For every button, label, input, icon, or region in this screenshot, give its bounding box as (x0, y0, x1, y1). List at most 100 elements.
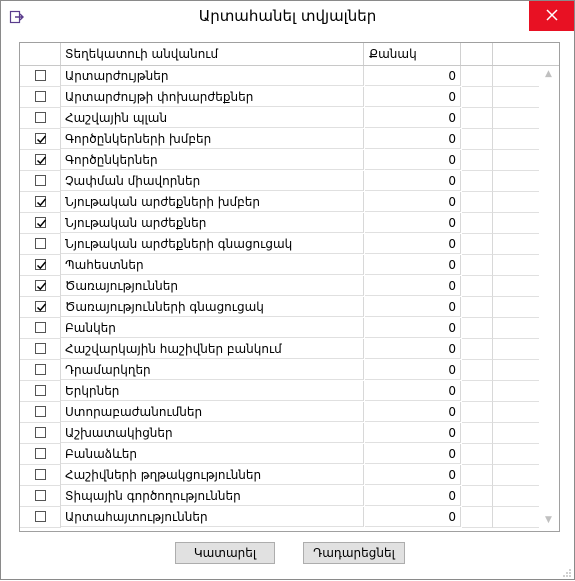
row-checkbox[interactable] (35, 343, 46, 354)
row-checkbox[interactable] (35, 385, 46, 396)
header-extra-2 (493, 43, 539, 65)
row-checkbox[interactable] (35, 301, 47, 312)
row-extra-2 (493, 297, 539, 318)
row-checkbox[interactable] (35, 427, 46, 438)
table-row[interactable]: Արտահայտություններ 0 (20, 507, 559, 528)
row-checkbox-cell (20, 465, 61, 486)
row-name: Աշխատակիցներ (61, 423, 364, 443)
row-checkbox-cell (20, 192, 61, 213)
row-checkbox[interactable] (35, 112, 46, 123)
row-extra-1 (462, 108, 493, 129)
table-row[interactable]: Չափման միավորներ 0 (20, 171, 559, 192)
row-extra-2 (493, 318, 539, 339)
row-checkbox[interactable] (35, 238, 46, 249)
row-extra-2 (493, 381, 539, 402)
table-row[interactable]: Բանկեր 0 (20, 318, 559, 339)
table-row[interactable]: Գործընկերների խմբեր 0 (20, 129, 559, 150)
cancel-button[interactable]: Դադարեցնել (303, 542, 405, 564)
row-quantity: 0 (365, 486, 461, 506)
row-extra-1 (462, 171, 493, 192)
row-name: Հաշվարկային հաշիվներ բանկում (61, 339, 364, 359)
row-checkbox[interactable] (35, 133, 47, 144)
table-row[interactable]: Ստորաբաժանումներ 0 (20, 402, 559, 423)
row-quantity: 0 (365, 318, 461, 338)
row-name: Դրամարկղեր (61, 360, 364, 380)
row-checkbox[interactable] (35, 196, 47, 207)
table-row[interactable]: Արտարժույթներ 0 (20, 66, 559, 87)
table-row[interactable]: Բանաձևեր 0 (20, 444, 559, 465)
row-extra-1 (462, 486, 493, 507)
table-row[interactable]: Երկրներ 0 (20, 381, 559, 402)
header-quantity[interactable]: Քանակ (365, 43, 461, 65)
row-quantity: 0 (365, 402, 461, 422)
checkmark-icon (36, 219, 47, 228)
row-checkbox[interactable] (35, 259, 47, 270)
row-quantity: 0 (365, 171, 461, 191)
table-row[interactable]: Նյութական արժեքներ 0 (20, 213, 559, 234)
scroll-down-arrow-icon[interactable]: ▼ (540, 512, 557, 529)
row-extra-2 (493, 171, 539, 192)
close-button[interactable] (529, 1, 574, 31)
table-row[interactable]: Դրամարկղեր 0 (20, 360, 559, 381)
row-extra-2 (493, 213, 539, 234)
row-name: Երկրներ (61, 381, 364, 401)
row-quantity: 0 (365, 192, 461, 212)
execute-button[interactable]: Կատարել (175, 542, 275, 564)
scroll-up-arrow-icon[interactable]: ▲ (540, 66, 557, 83)
row-checkbox[interactable] (35, 217, 47, 228)
row-checkbox-cell (20, 318, 61, 339)
header-extra-1 (462, 43, 493, 65)
row-quantity: 0 (365, 150, 461, 170)
table-row[interactable]: Ծառայությունների գնացուցակ 0 (20, 297, 559, 318)
table-row[interactable]: Գործընկերներ 0 (20, 150, 559, 171)
header-checkbox-column (20, 43, 61, 65)
row-quantity: 0 (365, 360, 461, 380)
row-quantity: 0 (365, 507, 461, 527)
table-row[interactable]: Պահեստներ 0 (20, 255, 559, 276)
table-row[interactable]: Հաշվարկային հաշիվներ բանկում 0 (20, 339, 559, 360)
row-checkbox[interactable] (35, 175, 46, 186)
table-row[interactable]: Նյութական արժեքների խմբեր 0 (20, 192, 559, 213)
row-checkbox[interactable] (35, 154, 47, 165)
row-extra-1 (462, 192, 493, 213)
row-checkbox-cell (20, 129, 61, 150)
row-extra-1 (462, 255, 493, 276)
row-checkbox[interactable] (35, 91, 46, 102)
table-row[interactable]: Տիպային գործողություններ 0 (20, 486, 559, 507)
row-quantity: 0 (365, 339, 461, 359)
row-checkbox[interactable] (35, 280, 47, 291)
row-checkbox[interactable] (35, 406, 46, 417)
table-row[interactable]: Հաշվային պլան 0 (20, 108, 559, 129)
table-row[interactable]: Նյութական արժեքների գնացուցակ 0 (20, 234, 559, 255)
row-checkbox[interactable] (35, 511, 46, 522)
row-extra-1 (462, 66, 493, 87)
row-extra-1 (462, 507, 493, 528)
row-name: Ստորաբաժանումներ (61, 402, 364, 422)
table-row[interactable]: Աշխատակիցներ 0 (20, 423, 559, 444)
row-name: Արտարժույթներ (61, 66, 364, 86)
row-extra-2 (493, 465, 539, 486)
row-extra-2 (493, 192, 539, 213)
title-bar[interactable]: Արտահանել տվյալներ (1, 1, 574, 33)
row-checkbox[interactable] (35, 448, 46, 459)
row-extra-1 (462, 129, 493, 150)
row-extra-1 (462, 150, 493, 171)
row-extra-2 (493, 360, 539, 381)
table-row[interactable]: Ծառայություններ 0 (20, 276, 559, 297)
table-row[interactable]: Արտարժույթի փոխարժեքներ 0 (20, 87, 559, 108)
row-extra-2 (493, 486, 539, 507)
row-name: Նյութական արժեքների գնացուցակ (61, 234, 364, 254)
vertical-scrollbar[interactable]: ▲ ▼ (540, 66, 557, 529)
row-checkbox[interactable] (35, 364, 46, 375)
row-checkbox[interactable] (35, 322, 46, 333)
row-checkbox[interactable] (35, 469, 46, 480)
table-row[interactable]: Հաշիվների թղթակցություններ 0 (20, 465, 559, 486)
resize-grip-icon[interactable] (562, 567, 572, 577)
row-checkbox-cell (20, 150, 61, 171)
header-name[interactable]: Տեղեկատուի անվանում (61, 43, 364, 65)
row-extra-1 (462, 465, 493, 486)
row-name: Բանաձևեր (61, 444, 364, 464)
row-checkbox[interactable] (35, 70, 46, 81)
row-checkbox[interactable] (35, 490, 46, 501)
row-quantity: 0 (365, 255, 461, 275)
